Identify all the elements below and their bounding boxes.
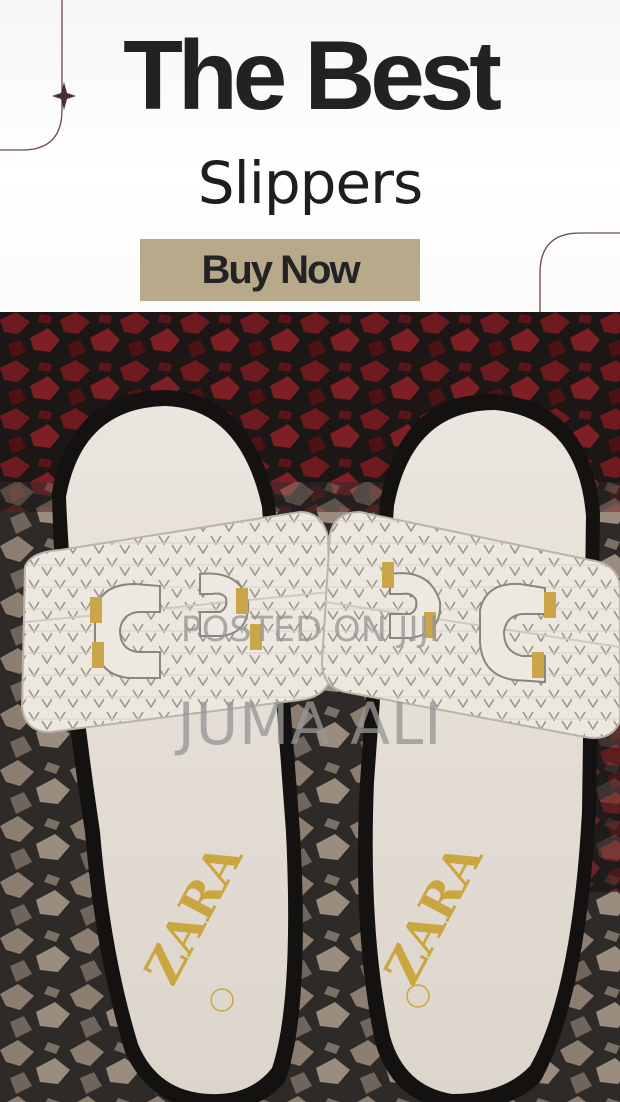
- slippers-photo-icon: ZARA ZARA: [0, 312, 620, 1102]
- listing-image: The Best Slippers Buy Now ZARA ZARA POST…: [0, 0, 620, 1102]
- product-photo: ZARA ZARA: [0, 312, 620, 1102]
- buy-now-button[interactable]: Buy Now: [140, 239, 420, 301]
- banner-title: The Best: [123, 20, 502, 130]
- banner-subtitle: Slippers: [197, 149, 423, 217]
- promo-banner: The Best Slippers Buy Now: [0, 0, 620, 312]
